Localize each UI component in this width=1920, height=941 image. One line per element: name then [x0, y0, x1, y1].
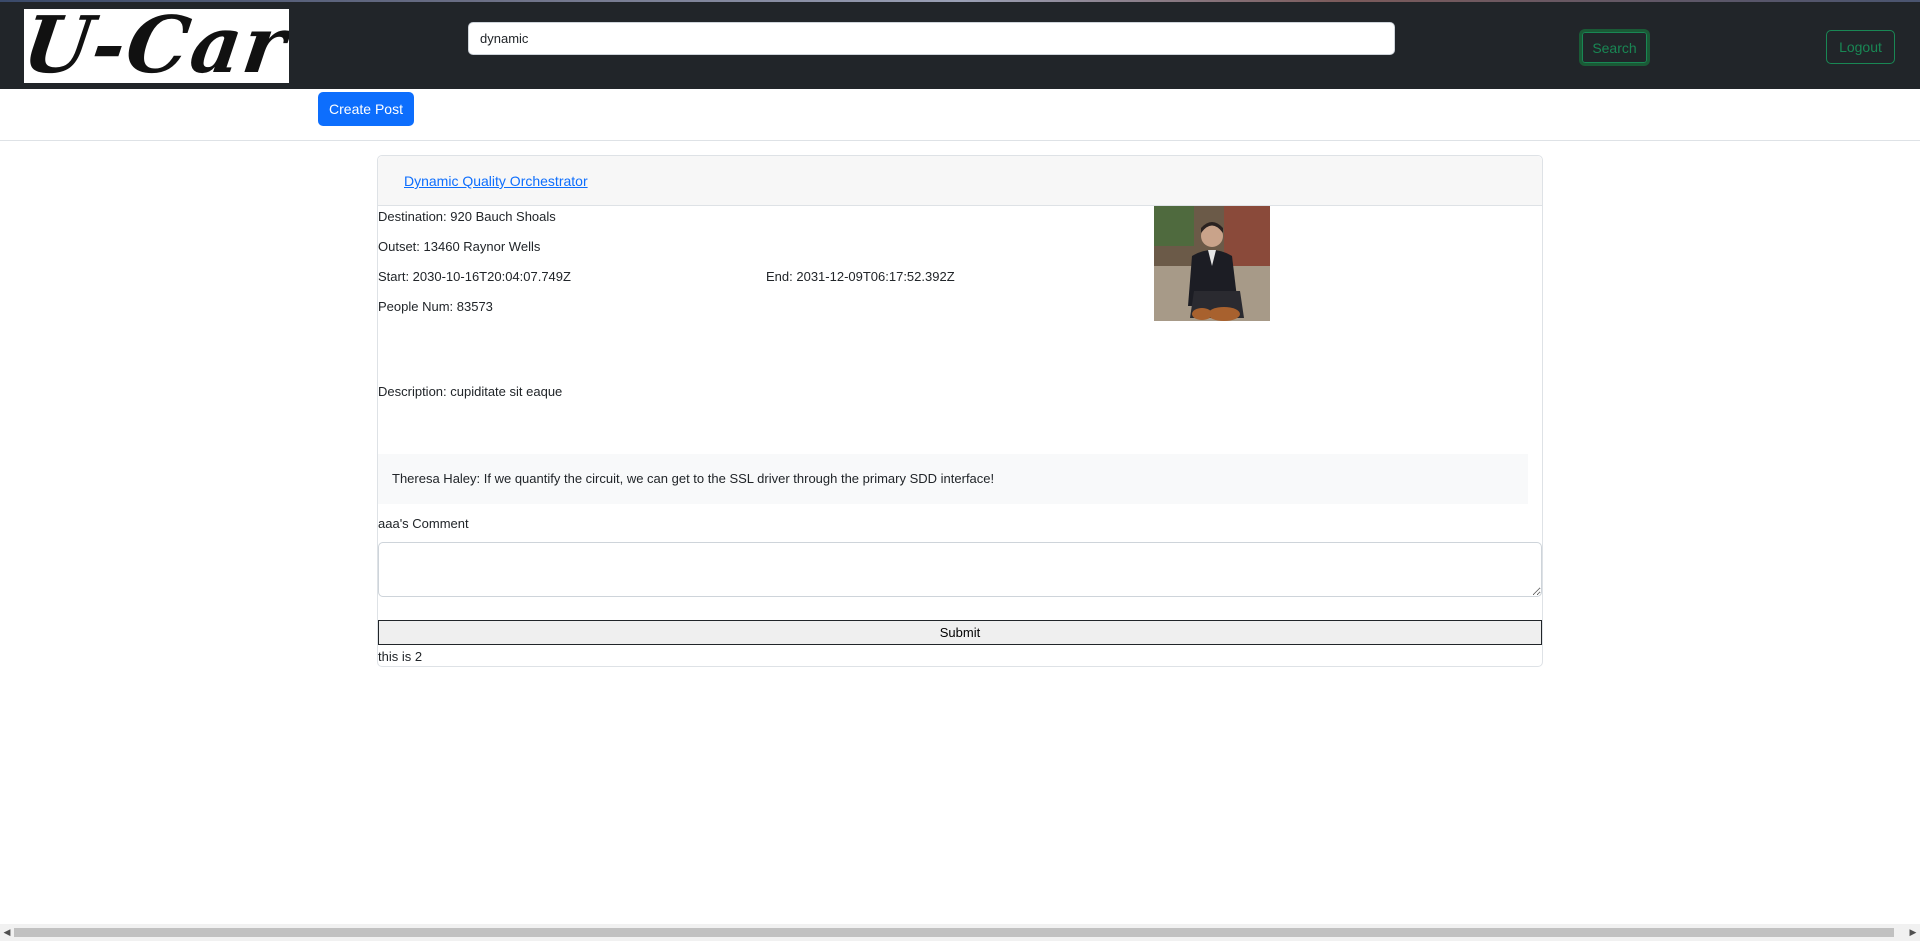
- logo[interactable]: U-Car: [24, 9, 289, 83]
- search-input[interactable]: [468, 22, 1395, 55]
- logo-text: U-Car: [24, 9, 289, 83]
- person-photo-icon: [1154, 206, 1270, 321]
- post-footer-note: this is 2: [378, 649, 423, 664]
- scroll-right-arrow-icon[interactable]: ▶: [1906, 924, 1920, 941]
- post-card: Dynamic Quality Orchestrator Destination…: [377, 155, 1543, 667]
- logout-button[interactable]: Logout: [1826, 30, 1895, 64]
- post-title-link[interactable]: Dynamic Quality Orchestrator: [404, 173, 588, 189]
- post-outset: Outset: 13460 Raynor Wells: [378, 239, 541, 254]
- post-card-header: Dynamic Quality Orchestrator: [378, 156, 1542, 206]
- scrollbar-thumb[interactable]: [14, 928, 1894, 937]
- submit-comment-button[interactable]: Submit: [378, 620, 1542, 645]
- comment-item: Theresa Haley: If we quantify the circui…: [378, 454, 1528, 504]
- comment-textarea[interactable]: [378, 542, 1542, 597]
- post-end: End: 2031-12-09T06:17:52.392Z: [766, 269, 955, 284]
- post-description: Description: cupiditate sit eaque: [378, 384, 563, 399]
- scroll-left-arrow-icon[interactable]: ◀: [0, 924, 14, 941]
- post-destination: Destination: 920 Bauch Shoals: [378, 209, 556, 224]
- action-bar: Create Post: [0, 89, 1920, 141]
- navbar: U-Car Search Logout: [0, 2, 1920, 89]
- create-post-button[interactable]: Create Post: [318, 92, 414, 126]
- comment-form-label: aaa's Comment: [378, 516, 469, 531]
- post-author-photo: [1154, 206, 1270, 321]
- search-button[interactable]: Search: [1579, 29, 1650, 66]
- post-people-num: People Num: 83573: [378, 299, 493, 314]
- horizontal-scrollbar[interactable]: ◀ ▶: [0, 924, 1920, 941]
- comment-text: Theresa Haley: If we quantify the circui…: [392, 471, 995, 486]
- post-start: Start: 2030-10-16T20:04:07.749Z: [378, 269, 571, 284]
